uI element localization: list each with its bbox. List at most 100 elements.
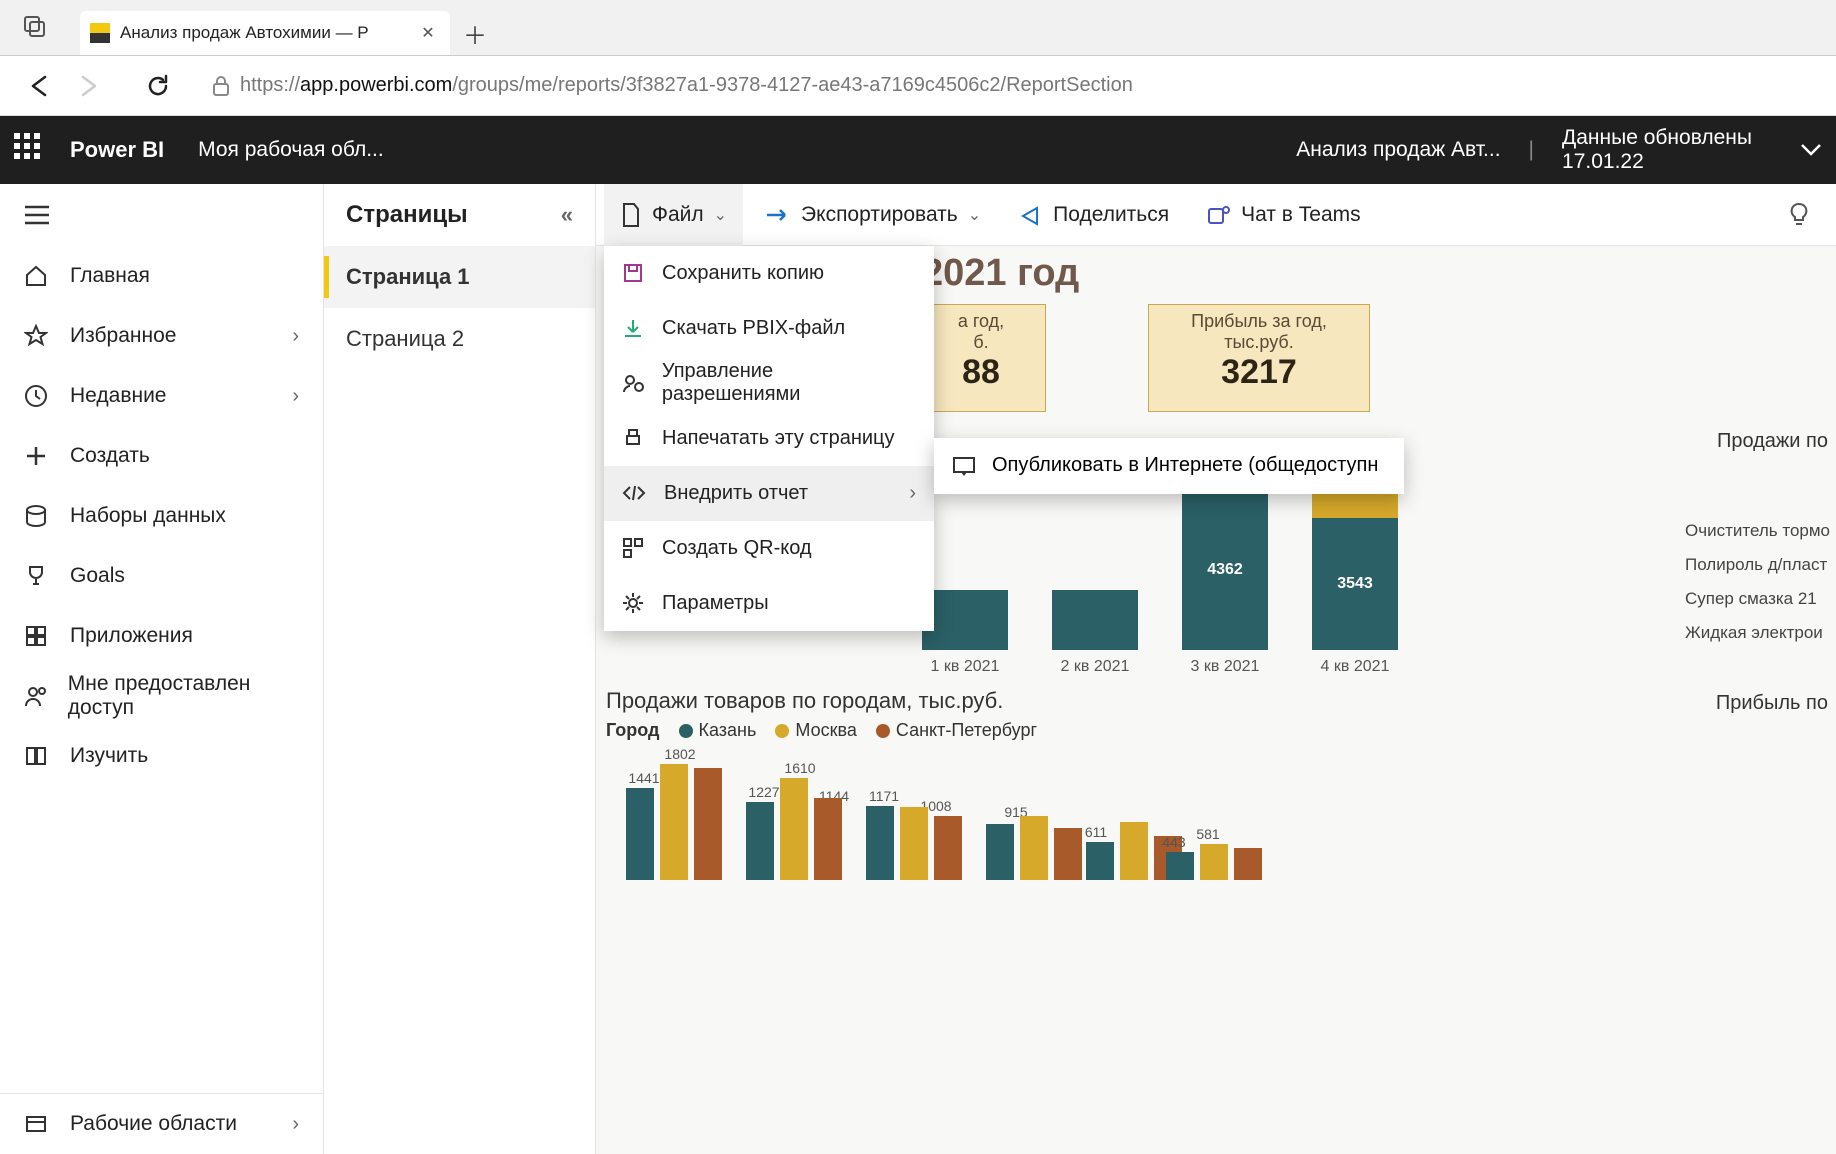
collapse-pages-button[interactable]: « [561,202,573,228]
menu-save-copy[interactable]: Сохранить копию [604,246,934,301]
app-launcher-button[interactable] [14,133,48,167]
menu-label: Внедрить отчет [664,482,808,505]
hamburger-icon [24,205,50,225]
nav-toggle-button[interactable] [0,184,323,246]
report-toolbar: Файл ⌄ Сохранить копию Скачать PBIX-файл… [596,184,1836,246]
qr-icon [622,537,644,559]
toolbar-label: Поделиться [1053,203,1169,227]
chevron-right-icon: › [292,1113,299,1136]
menu-label: Управление разрешениями [662,360,916,406]
profit-by-label: Прибыль по [1716,692,1828,715]
nav-home[interactable]: Главная [0,246,323,306]
close-tab-button[interactable]: ✕ [416,21,440,45]
url-prefix: https:// [240,74,300,96]
report-area: Файл ⌄ Сохранить копию Скачать PBIX-файл… [596,184,1836,1154]
kpi-label: тыс.руб. [1224,332,1294,352]
new-tab-button[interactable]: ＋ [450,11,500,55]
forward-button[interactable] [66,64,110,108]
file-dropdown: Сохранить копию Скачать PBIX-файл Управл… [604,246,934,631]
axis-label: 1 кв 2021 [922,658,1008,676]
nav-workspaces[interactable]: Рабочие области › [0,1094,323,1154]
kpi-label: б. [973,332,988,352]
menu-label: Опубликовать в Интернете (общедоступн [992,454,1378,477]
nav-label: Рабочие области [70,1112,237,1136]
database-icon [24,504,48,528]
nav-favorites[interactable]: Избранное› [0,306,323,366]
header-more-button[interactable] [1800,143,1822,157]
back-button[interactable] [18,64,62,108]
legend-item: Жидкая электрои [1685,616,1830,650]
lock-icon [211,75,231,97]
plus-icon [24,444,48,468]
browser-nav-bar: https://app.powerbi.com/groups/me/report… [0,56,1836,116]
lightbulb-icon [1788,202,1810,228]
toolbar-label: Файл [652,203,704,227]
nav-create[interactable]: Создать [0,426,323,486]
menu-embed[interactable]: Внедрить отчет› [604,466,934,521]
bar-label: 1610 [784,760,815,776]
nav-label: Избранное [70,324,176,348]
menu-download-pbix[interactable]: Скачать PBIX-файл [604,301,934,356]
teams-chat-button[interactable]: Чат в Teams [1191,184,1377,246]
nav-label: Наборы данных [70,504,226,528]
publish-web-icon [952,456,976,476]
kpi-label: а год, [958,311,1004,331]
menu-label: Параметры [662,592,769,615]
nav-datasets[interactable]: Наборы данных [0,486,323,546]
nav-goals[interactable]: Goals [0,546,323,606]
nav-recent[interactable]: Недавние› [0,366,323,426]
menu-qr[interactable]: Создать QR-код [604,521,934,576]
address-bar[interactable]: https://app.powerbi.com/groups/me/report… [240,74,1133,97]
refresh-icon [145,73,171,99]
kpi-revenue-card: а год,б. 88 [916,304,1046,412]
powerbi-header: Power BI Моя рабочая обл... Анализ прода… [0,116,1836,184]
url-host: app.powerbi.com [300,74,452,96]
kpi-value: 88 [917,353,1045,392]
export-menu-button[interactable]: Экспортировать⌄ [749,184,997,246]
permissions-icon [622,372,644,394]
kpi-label: Прибыль за год, [1191,311,1327,331]
nav-apps[interactable]: Приложения [0,606,323,666]
site-security-button[interactable] [206,75,236,97]
nav-label: Создать [70,444,150,468]
nav-label: Goals [70,564,125,588]
bar-label: 1802 [664,746,695,762]
menu-print[interactable]: Напечатать эту страницу [604,411,934,466]
ideas-button[interactable] [1770,202,1828,228]
menu-settings[interactable]: Параметры [604,576,934,631]
legend-label: Город [606,720,659,740]
page-tab-1[interactable]: Страница 1 [324,246,595,308]
nav-shared[interactable]: Мне предоставлен доступ [0,666,323,726]
chevron-down-icon: ⌄ [714,205,727,225]
share-button[interactable]: Поделиться [1003,184,1185,246]
report-name: Анализ продаж Авт... [1296,138,1500,162]
cities-grouped-chart: 1441 1802 1227 1610 1144 1171 1008 915 6… [606,750,1416,880]
embed-submenu-publish-web[interactable]: Опубликовать в Интернете (общедоступн [934,438,1404,494]
window-tab-overview-button[interactable] [0,0,70,55]
powerbi-brand[interactable]: Power BI [70,137,164,163]
arrow-left-icon [27,73,53,99]
menu-label: Скачать PBIX-файл [662,317,845,340]
workspace-icon [24,1112,48,1136]
workspace-breadcrumb[interactable]: Моя рабочая обл... [198,138,384,162]
cities-legend: Город Казань Москва Санкт-Петербург [606,720,1037,741]
nav-label: Изучить [70,744,148,768]
legend-item: Казань [699,720,757,740]
trophy-icon [24,564,48,588]
download-icon [622,317,644,339]
export-icon [765,206,791,224]
arrow-right-icon [75,73,101,99]
bar-label: 1171 [869,788,899,804]
browser-tab-strip: Анализ продаж Автохимии — P ✕ ＋ [0,0,1836,56]
home-icon [24,264,48,288]
menu-permissions[interactable]: Управление разрешениями [604,356,934,411]
apps-icon [24,624,48,648]
updated-label: Данные обновлены [1562,126,1752,150]
browser-tab[interactable]: Анализ продаж Автохимии — P ✕ [80,11,450,55]
file-menu-button[interactable]: Файл ⌄ [604,184,743,246]
pages-panel: Страницы « Страница 1 Страница 2 [324,184,596,1154]
legend-item: Очиститель тормо [1685,514,1830,548]
page-tab-2[interactable]: Страница 2 [324,308,595,370]
nav-learn[interactable]: Изучить [0,726,323,786]
refresh-button[interactable] [136,64,180,108]
